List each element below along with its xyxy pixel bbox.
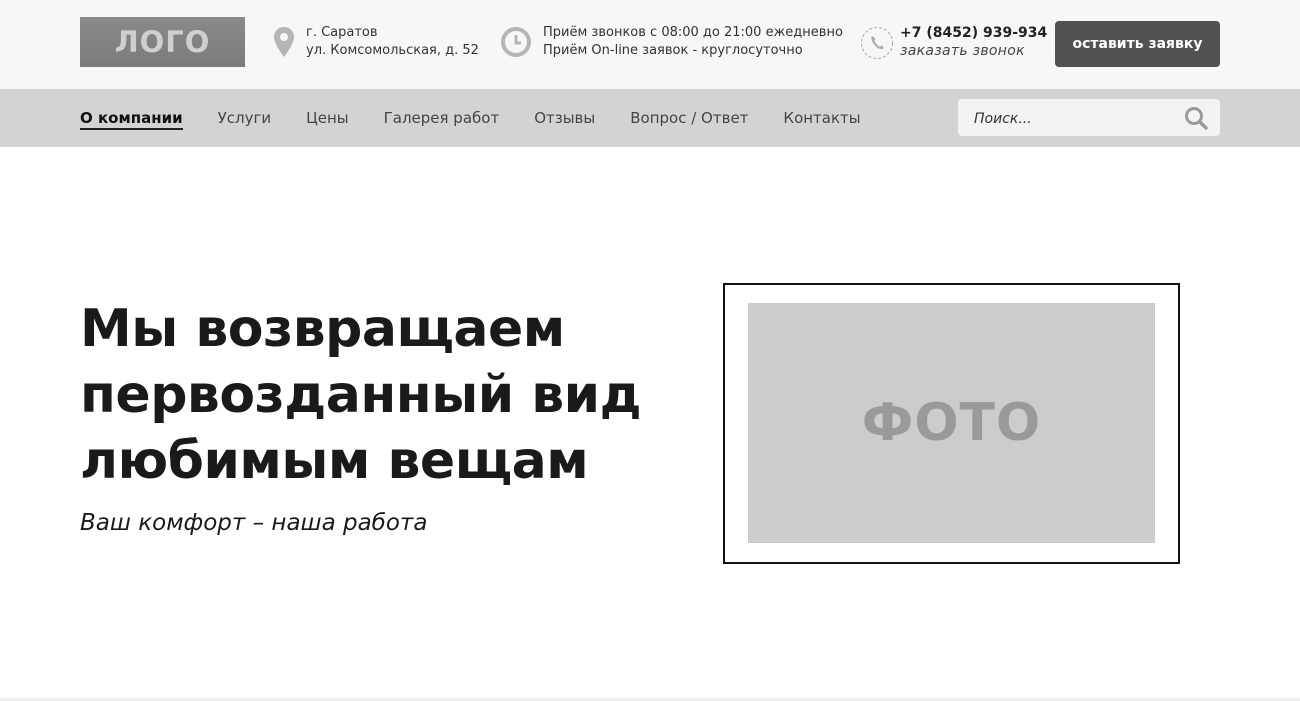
hero-title: Мы возвращаем первозданный вид любимым в… [80, 299, 642, 491]
search-icon[interactable] [1184, 106, 1208, 134]
main-navigation: О компании Услуги Цены Галерея работ Отз… [0, 89, 1300, 147]
phone-icon [860, 26, 894, 66]
nav-item-contacts[interactable]: Контакты [783, 109, 860, 127]
address-street: ул. Комсомольская, д. 52 [306, 43, 479, 58]
hero-photo-frame: ФОТО [723, 283, 1180, 564]
leave-request-button[interactable]: оставить заявку [1055, 21, 1220, 67]
nav-item-services[interactable]: Услуги [218, 109, 271, 127]
nav-item-gallery[interactable]: Галерея работ [384, 109, 500, 127]
logo[interactable]: ЛОГО [80, 17, 245, 67]
map-pin-icon [273, 26, 295, 64]
top-header: ЛОГО г. Саратов ул. Комсомольская, д. 52… [0, 0, 1300, 89]
phone-block: +7 (8452) 939-934 заказать звонок [860, 24, 1047, 60]
nav-item-reviews[interactable]: Отзывы [534, 109, 595, 127]
hours-online: Приём On-line заявок - круглосуточно [543, 43, 803, 58]
clock-icon [500, 26, 532, 64]
callback-link[interactable]: заказать звонок [900, 42, 1047, 60]
phone-number[interactable]: +7 (8452) 939-934 [900, 24, 1047, 42]
address-city: г. Саратов [306, 25, 378, 40]
hero-subtitle: Ваш комфорт – наша работа [80, 510, 428, 536]
hours-block: Приём звонков с 08:00 до 21:00 ежедневно… [500, 24, 843, 60]
hours-calls: Приём звонков с 08:00 до 21:00 ежедневно [543, 25, 843, 40]
address-block: г. Саратов ул. Комсомольская, д. 52 [273, 24, 479, 60]
hero-photo-placeholder: ФОТО [748, 303, 1155, 543]
nav-item-faq[interactable]: Вопрос / Ответ [630, 109, 748, 127]
nav-menu: О компании Услуги Цены Галерея работ Отз… [80, 89, 896, 147]
nav-item-prices[interactable]: Цены [306, 109, 349, 127]
search-input[interactable] [972, 99, 1176, 138]
nav-item-about[interactable]: О компании [80, 109, 183, 130]
search-box [958, 99, 1220, 138]
